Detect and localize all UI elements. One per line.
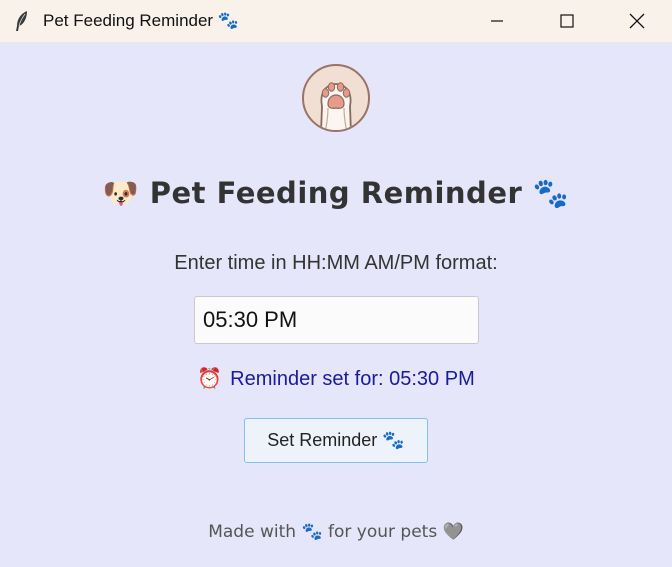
reminder-status: ⏰ Reminder set for: 05:30 PM <box>0 366 672 391</box>
footer-for-pets: for your pets <box>328 522 438 542</box>
footer-text: Made with 🐾 for your pets 🩶 <box>0 522 672 542</box>
footer-made-with: Made with <box>208 522 297 542</box>
close-icon <box>629 13 645 29</box>
paw-logo-icon <box>302 64 370 132</box>
maximize-button[interactable] <box>532 0 602 42</box>
time-input[interactable] <box>194 296 479 344</box>
time-format-label: Enter time in HH:MM AM/PM format: <box>174 252 498 274</box>
set-reminder-button[interactable]: Set Reminder 🐾 <box>244 418 428 463</box>
heart-icon: 🩶 <box>442 522 464 542</box>
title-bar: Pet Feeding Reminder 🐾 <box>0 0 672 42</box>
close-button[interactable] <box>602 0 672 42</box>
paw-icon: 🐾 <box>217 11 239 31</box>
feather-icon <box>16 11 27 31</box>
paw-icon: 🐾 <box>532 176 570 210</box>
window-title: Pet Feeding Reminder 🐾 <box>43 11 239 31</box>
paw-icon: 🐾 <box>301 522 323 542</box>
paw-icon: 🐾 <box>382 430 405 451</box>
minimize-icon <box>491 20 503 22</box>
main-content: 🐶 Pet Feeding Reminder 🐾 Enter time in H… <box>0 42 672 567</box>
minimize-button[interactable] <box>462 0 532 42</box>
set-reminder-label: Set Reminder <box>267 430 378 450</box>
window-controls <box>462 0 672 42</box>
page-title: 🐶 Pet Feeding Reminder 🐾 <box>0 176 672 211</box>
window-title-text: Pet Feeding Reminder <box>43 11 214 30</box>
alarm-clock-icon: ⏰ <box>197 366 223 390</box>
page-title-text: Pet Feeding Reminder <box>149 176 523 210</box>
reminder-status-text: Reminder set for: 05:30 PM <box>230 368 475 390</box>
maximize-icon <box>560 14 574 28</box>
dog-icon: 🐶 <box>102 176 140 210</box>
